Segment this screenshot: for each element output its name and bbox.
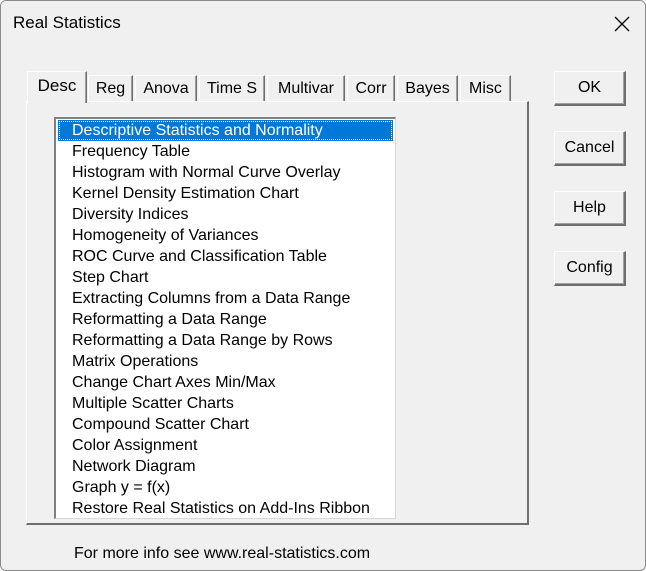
list-item[interactable]: Restore Real Statistics on Add-Ins Ribbo… [58,498,393,518]
list-item[interactable]: Reformatting a Data Range [58,309,393,330]
window-title: Real Statistics [13,13,121,32]
footer-info-text: For more info see www.real-statistics.co… [74,545,371,562]
list-item[interactable]: Descriptive Statistics and Normality [58,120,393,141]
help-button[interactable]: Help [554,191,626,226]
list-item[interactable]: Step Chart [58,267,393,288]
close-icon [614,16,630,32]
list-item[interactable]: Reformatting a Data Range by Rows [58,330,393,351]
ok-button[interactable]: OK [554,71,626,106]
list-item[interactable]: Kernel Density Estimation Chart [58,183,393,204]
tab-anova[interactable]: Anova [135,75,197,101]
list-item[interactable]: Frequency Table [58,141,393,162]
list-item[interactable]: Histogram with Normal Curve Overlay [58,162,393,183]
title-bar: Real Statistics [1,1,645,47]
tab-misc[interactable]: Misc [460,75,511,101]
list-item[interactable]: ROC Curve and Classification Table [58,246,393,267]
tab-bayes[interactable]: Bayes [397,75,458,101]
list-item[interactable]: Homogeneity of Variances [58,225,393,246]
list-item[interactable]: Multiple Scatter Charts [58,393,393,414]
tab-desc[interactable]: Desc [27,71,87,103]
tab-multivar[interactable]: Multivar [267,75,345,101]
tab-corr[interactable]: Corr [347,75,395,101]
list-item[interactable]: Network Diagram [58,456,393,477]
cancel-button[interactable]: Cancel [554,131,626,166]
list-item[interactable]: Matrix Operations [58,351,393,372]
list-item[interactable]: Compound Scatter Chart [58,414,393,435]
list-item[interactable]: Color Assignment [58,435,393,456]
config-button[interactable]: Config [554,251,626,286]
list-item[interactable]: Diversity Indices [58,204,393,225]
tab-panel-desc: Descriptive Statistics and Normality Fre… [26,101,529,525]
list-item[interactable]: Change Chart Axes Min/Max [58,372,393,393]
dialog-window: Real Statistics Desc Reg Anova Time S Mu… [0,0,646,571]
list-item[interactable]: Extracting Columns from a Data Range [58,288,393,309]
tab-time-s[interactable]: Time S [199,75,265,101]
close-button[interactable] [599,1,645,47]
analysis-listbox[interactable]: Descriptive Statistics and Normality Fre… [54,117,396,519]
list-item[interactable]: Graph y = f(x) [58,477,393,498]
tab-reg[interactable]: Reg [88,75,133,101]
